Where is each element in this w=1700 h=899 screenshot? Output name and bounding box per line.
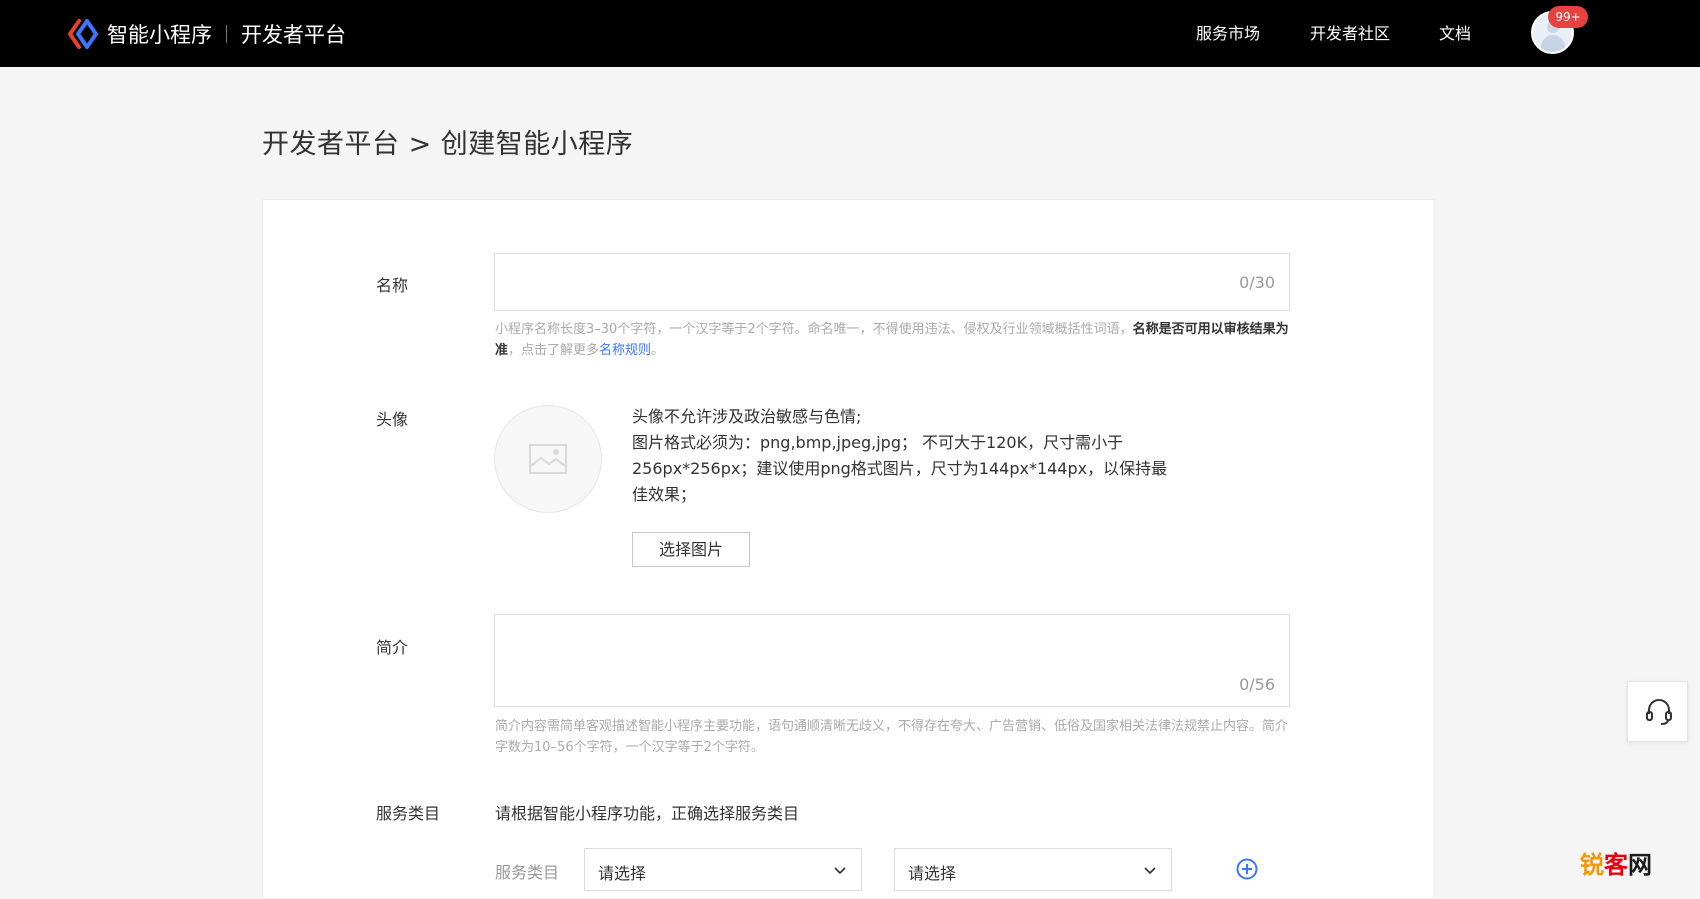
- headset-icon: [1646, 699, 1672, 725]
- watermark-char-3: 网: [1628, 851, 1652, 879]
- watermark-char-2: 客: [1604, 851, 1628, 879]
- avatar-rules: 头像不允许涉及政治敏感与色情; 图片格式必须为：png,bmp,jpeg,jpg…: [632, 404, 1172, 508]
- select-image-button[interactable]: 选择图片: [632, 532, 750, 567]
- service-category-select-primary[interactable]: 请选择: [584, 848, 862, 891]
- top-navigation-bar: 智能小程序 开发者平台 服务市场 开发者社区 文档 99+: [0, 0, 1700, 67]
- nav-developer-community[interactable]: 开发者社区: [1310, 20, 1390, 44]
- brand-subtitle: 开发者平台: [241, 23, 346, 47]
- service-category-label: 服务类目: [376, 804, 441, 823]
- avatar-rule-1: 头像不允许涉及政治敏感与色情;: [632, 407, 862, 426]
- avatar-label: 头像: [376, 410, 409, 429]
- notification-badge[interactable]: 99+: [1548, 6, 1588, 28]
- nav-docs[interactable]: 文档: [1439, 20, 1471, 44]
- name-hint-text: 小程序名称长度3–30个字符，一个汉字等于2个字符。命名唯一，不得使用违法、侵权…: [495, 322, 1133, 337]
- chevron-down-icon: [1144, 867, 1156, 875]
- brand-divider: [226, 25, 227, 43]
- service-category-sublabel: 服务类目: [495, 863, 560, 882]
- intro-char-counter: 0/56: [1239, 675, 1275, 694]
- name-label: 名称: [376, 276, 409, 295]
- name-hint-more: ，点击了解更多: [508, 343, 600, 358]
- brand-logo-icon: [68, 19, 98, 49]
- add-category-icon[interactable]: [1236, 858, 1258, 880]
- intro-label: 简介: [376, 638, 409, 657]
- watermark-char-1: 锐: [1580, 851, 1604, 879]
- service-category-tip: 请根据智能小程序功能，正确选择服务类目: [495, 804, 800, 823]
- nav-service-market[interactable]: 服务市场: [1196, 20, 1260, 44]
- watermark-logo: 锐客网: [1580, 845, 1652, 880]
- image-placeholder-icon: [529, 444, 567, 474]
- name-rules-link[interactable]: 名称规则: [599, 343, 651, 358]
- chevron-down-icon: [834, 867, 846, 875]
- avatar-body-shape: [1541, 35, 1565, 52]
- brand-name: 智能小程序: [107, 23, 212, 47]
- intro-hint: 简介内容需简单客观描述智能小程序主要功能，语句通顺清晰无歧义，不得存在夸大、广告…: [495, 719, 1289, 755]
- select-value: 请选择: [598, 864, 647, 883]
- name-hint-end: 。: [651, 343, 665, 358]
- name-hint: 小程序名称长度3–30个字符，一个汉字等于2个字符。命名唯一，不得使用违法、侵权…: [495, 319, 1290, 361]
- customer-service-button[interactable]: [1627, 681, 1688, 742]
- select-value: 请选择: [908, 864, 957, 883]
- name-char-counter: 0/30: [1239, 273, 1275, 292]
- name-input[interactable]: 0/30: [494, 253, 1290, 311]
- intro-textarea[interactable]: 0/56: [494, 614, 1290, 707]
- service-category-select-secondary[interactable]: 请选择: [894, 848, 1172, 891]
- avatar-upload-area[interactable]: [494, 405, 602, 513]
- avatar-rule-2: 图片格式必须为：png,bmp,jpeg,jpg； 不可大于120K，尺寸需小于…: [632, 433, 1168, 504]
- brand[interactable]: 智能小程序 开发者平台: [67, 17, 346, 51]
- page-title: 开发者平台 > 创建智能小程序: [262, 129, 634, 160]
